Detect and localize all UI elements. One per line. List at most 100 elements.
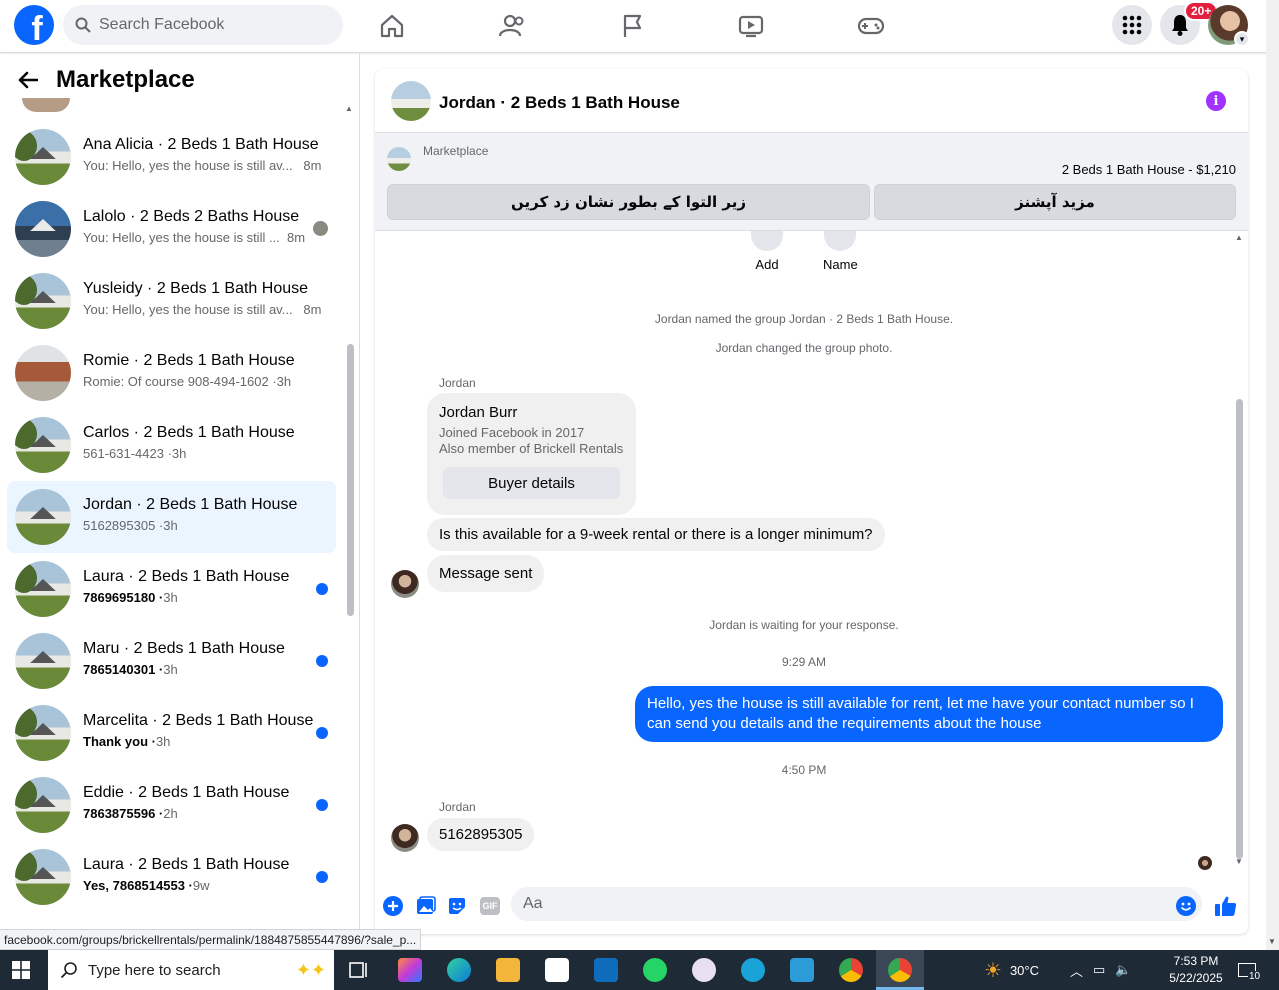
facebook-logo[interactable]: f bbox=[14, 5, 54, 45]
add-people-action[interactable]: Add bbox=[751, 231, 783, 272]
emoji-icon[interactable] bbox=[1175, 895, 1197, 917]
info-icon[interactable]: i bbox=[1206, 91, 1226, 111]
listing-thumbnail bbox=[15, 705, 71, 761]
sticker-icon[interactable] bbox=[446, 895, 468, 917]
gaming-icon[interactable] bbox=[857, 12, 885, 40]
buyer-details-button[interactable]: Buyer details bbox=[443, 467, 620, 499]
partial-conversation-thumbnail bbox=[22, 98, 70, 112]
message-input-field[interactable] bbox=[511, 887, 1202, 921]
gif-icon[interactable]: GIF bbox=[478, 895, 502, 917]
photo-icon[interactable] bbox=[415, 895, 437, 917]
chrome-active-window[interactable] bbox=[876, 950, 924, 990]
chat-group-avatar[interactable] bbox=[391, 81, 431, 121]
plus-circle-icon[interactable] bbox=[382, 895, 404, 917]
action-center[interactable]: 10 bbox=[1238, 950, 1269, 990]
conversation-item[interactable]: Ana Alicia · 2 Beds 1 Bath House You: He… bbox=[7, 121, 336, 193]
search-input[interactable] bbox=[99, 16, 319, 34]
volume-icon[interactable]: 🔈 bbox=[1115, 962, 1131, 978]
notification-count: 10 bbox=[1248, 970, 1262, 982]
conversation-time: 3h bbox=[163, 590, 178, 605]
conversation-item[interactable]: Laura · 2 Beds 1 Bath House 7869695180 ·… bbox=[7, 553, 336, 625]
paint-app-icon[interactable] bbox=[692, 958, 716, 982]
listing-thumbnail bbox=[15, 849, 71, 905]
mark-pending-button[interactable]: زیر التوا کے بطور نشان زد کریں bbox=[387, 184, 870, 220]
conversation-preview: 7863875596 · bbox=[83, 806, 164, 821]
listing-mini-thumbnail bbox=[387, 147, 411, 171]
profile-avatar[interactable]: ▾ bbox=[1208, 5, 1250, 47]
conversation-title: Ana Alicia · 2 Beds 1 Bath House bbox=[83, 136, 319, 153]
listing-thumbnail bbox=[15, 633, 71, 689]
timestamp: 4:50 PM bbox=[781, 763, 827, 777]
gif-label: GIF bbox=[480, 897, 500, 915]
microsoft-store-icon[interactable] bbox=[545, 958, 569, 982]
task-view-icon[interactable] bbox=[347, 958, 371, 982]
video-icon[interactable] bbox=[737, 12, 765, 40]
scroll-up-arrow-icon[interactable]: ▲ bbox=[345, 104, 353, 113]
network-icon[interactable]: ▭ bbox=[1093, 962, 1105, 978]
incoming-message[interactable]: Message sent bbox=[427, 555, 545, 592]
conversation-item[interactable]: Laura · 2 Beds 1 Bath House Yes, 7868514… bbox=[7, 841, 336, 913]
whatsapp-icon[interactable] bbox=[643, 958, 667, 982]
outlook-icon[interactable] bbox=[594, 958, 618, 982]
conversation-preview: Thank you · bbox=[83, 734, 156, 749]
like-thumbs-up-icon[interactable] bbox=[1213, 895, 1239, 917]
home-icon[interactable] bbox=[378, 12, 406, 40]
outgoing-message[interactable]: Hello, yes the house is still available … bbox=[635, 686, 1223, 742]
message-input[interactable] bbox=[523, 895, 1143, 913]
conversation-preview: 561-631-4423 · bbox=[83, 446, 172, 461]
sidebar-scrollbar[interactable]: ▲ bbox=[345, 104, 355, 944]
edge-browser-icon[interactable] bbox=[447, 958, 471, 982]
seen-avatar bbox=[313, 221, 328, 236]
listing-price[interactable]: 2 Beds 1 Bath House - $1,210 bbox=[1062, 162, 1236, 177]
page-scrollbar[interactable]: ▼ bbox=[1266, 0, 1279, 950]
windows-start-icon[interactable] bbox=[12, 961, 30, 979]
conversation-item[interactable]: Romie · 2 Beds 1 Bath House Romie: Of co… bbox=[7, 337, 336, 409]
pages-flag-icon[interactable] bbox=[618, 12, 646, 40]
taskbar-clock[interactable]: 7:53 PM 5/22/2025 bbox=[1166, 953, 1226, 987]
back-arrow-icon[interactable] bbox=[18, 71, 38, 89]
conversation-item-active[interactable]: Jordan · 2 Beds 1 Bath House 5162895305 … bbox=[7, 481, 336, 553]
conversation-title: Maru · 2 Beds 1 Bath House bbox=[83, 640, 285, 657]
taskbar-search[interactable]: Type here to search ✦✦ bbox=[48, 950, 334, 990]
chrome-icon[interactable] bbox=[839, 958, 863, 982]
chevron-up-icon[interactable]: ︿ bbox=[1070, 961, 1083, 980]
conversation-time: 2h bbox=[163, 806, 178, 821]
conversation-item[interactable]: Yusleidy · 2 Beds 1 Bath House You: Hell… bbox=[7, 265, 336, 337]
file-explorer-icon[interactable] bbox=[496, 958, 520, 982]
sidebar-scroll-thumb[interactable] bbox=[347, 344, 354, 616]
listing-thumbnail bbox=[15, 273, 71, 329]
conversation-title: Eddie · 2 Beds 1 Bath House bbox=[83, 784, 290, 801]
windows-taskbar: Type here to search ✦✦ ☀ 30°C ︿ ▭ 🔈 7:53… bbox=[0, 950, 1279, 990]
canva-icon[interactable] bbox=[741, 958, 765, 982]
conversation-item[interactable]: Lalolo · 2 Beds 2 Baths House You: Hello… bbox=[7, 193, 336, 265]
name-group-action[interactable]: Name bbox=[823, 231, 858, 272]
scroll-up-arrow-icon[interactable]: ▲ bbox=[1235, 233, 1243, 242]
friends-icon[interactable] bbox=[498, 12, 526, 40]
conversation-item[interactable]: Carlos · 2 Beds 1 Bath House 561-631-442… bbox=[7, 409, 336, 481]
conversation-item[interactable]: Maru · 2 Beds 1 Bath House 7865140301 ·3… bbox=[7, 625, 336, 697]
chat-scroll-thumb[interactable] bbox=[1236, 399, 1243, 859]
search-box[interactable] bbox=[63, 5, 343, 45]
incoming-message[interactable]: Is this available for a 9-week rental or… bbox=[427, 518, 885, 551]
scroll-down-arrow-icon[interactable]: ▼ bbox=[1268, 937, 1276, 946]
clock-time: 7:53 PM bbox=[1173, 954, 1219, 968]
conversation-item[interactable]: Marcelita · 2 Beds 1 Bath House Thank yo… bbox=[7, 697, 336, 769]
top-navigation-bar: f 20+ ▾ bbox=[0, 0, 1266, 53]
system-tray[interactable]: ︿ ▭ 🔈 bbox=[1070, 950, 1132, 990]
conversation-title: Lalolo · 2 Beds 2 Baths House bbox=[83, 208, 300, 225]
more-options-button[interactable]: مزید آپشنز bbox=[874, 184, 1236, 220]
weather-widget[interactable]: ☀ 30°C bbox=[984, 950, 1039, 990]
menu-grid-button[interactable] bbox=[1112, 5, 1152, 45]
conversation-item[interactable]: Eddie · 2 Beds 1 Bath House 7863875596 ·… bbox=[7, 769, 336, 841]
copilot-icon[interactable] bbox=[398, 958, 422, 982]
conversation-preview: You: Hello, yes the house is still av... bbox=[83, 158, 293, 173]
system-message: Jordan is waiting for your response. bbox=[709, 618, 899, 632]
sender-avatar[interactable] bbox=[391, 824, 419, 852]
scroll-down-arrow-icon[interactable]: ▼ bbox=[1235, 857, 1243, 866]
incoming-message[interactable]: 5162895305 bbox=[427, 818, 535, 851]
voice-recorder-icon[interactable] bbox=[790, 958, 814, 982]
chat-title[interactable]: Jordan · 2 Beds 1 Bath House bbox=[439, 93, 680, 113]
listing-thumbnail bbox=[15, 561, 71, 617]
sender-avatar[interactable] bbox=[391, 570, 419, 598]
chat-scrollbar[interactable]: ▲ ▼ bbox=[1233, 231, 1245, 871]
